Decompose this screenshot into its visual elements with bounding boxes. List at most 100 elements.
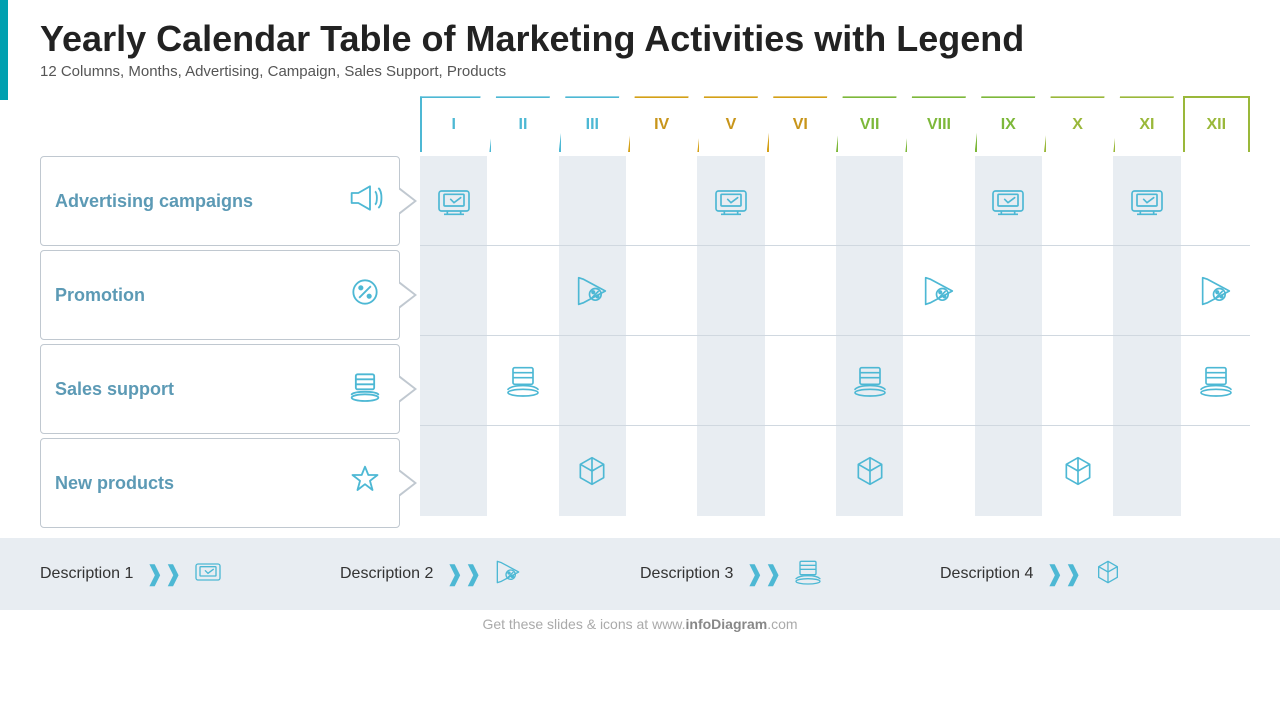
legend-arrow-3: ❱❱ <box>745 561 782 587</box>
cell-promo-10 <box>1044 246 1111 335</box>
cell-new-11 <box>1113 426 1180 516</box>
cell-promo-5 <box>697 246 764 335</box>
box-hand-icon <box>345 366 385 413</box>
legend-icon-3 <box>792 556 824 593</box>
page-title: Yearly Calendar Table of Marketing Activ… <box>40 18 1240 59</box>
legend-item-3: Description 3 ❱❱ <box>640 556 940 593</box>
cell-promo-4 <box>628 246 695 335</box>
month-IX: IX <box>975 96 1042 152</box>
cell-sales-2 <box>489 336 556 425</box>
row-label-sales: Sales support <box>40 344 400 434</box>
star-icon <box>345 460 385 507</box>
cell-promo-2 <box>489 246 556 335</box>
legend-icon-1 <box>192 556 224 593</box>
grid-row-advertising <box>420 156 1250 246</box>
month-VIII: VIII <box>905 96 972 152</box>
grid-row-newproducts <box>420 426 1250 516</box>
month-IV: IV <box>628 96 695 152</box>
megaphone-icon <box>345 178 385 225</box>
cell-adv-2 <box>489 156 556 245</box>
cell-sales-12 <box>1183 336 1250 425</box>
cell-adv-6 <box>767 156 834 245</box>
grid-row-promotion <box>420 246 1250 336</box>
legend: Description 1 ❱❱ Description 2 ❱❱ Descri… <box>0 538 1280 610</box>
month-III: III <box>559 96 626 152</box>
subtitle: 12 Columns, Months, Advertising, Campaig… <box>40 63 1240 80</box>
cell-adv-4 <box>628 156 695 245</box>
cell-sales-10 <box>1044 336 1111 425</box>
cell-adv-10 <box>1044 156 1111 245</box>
cell-adv-7 <box>836 156 903 245</box>
cell-promo-3 <box>559 246 626 335</box>
cell-adv-1 <box>420 156 487 245</box>
month-I: I <box>420 96 487 152</box>
month-headers: I II III IV V VI VII VIII <box>420 96 1250 152</box>
cell-new-7 <box>836 426 903 516</box>
cell-adv-12 <box>1183 156 1250 245</box>
grid-area: I II III IV V VI VII VIII <box>420 96 1250 532</box>
grid-rows <box>420 156 1250 516</box>
legend-icon-2 <box>492 556 524 593</box>
row-label-text-newproducts: New products <box>55 473 337 495</box>
cell-promo-7 <box>836 246 903 335</box>
month-V: V <box>697 96 764 152</box>
cell-new-6 <box>767 426 834 516</box>
cell-new-10 <box>1044 426 1111 516</box>
cell-new-9 <box>975 426 1042 516</box>
legend-label-3: Description 3 <box>640 565 733 583</box>
legend-icon-4 <box>1092 556 1124 593</box>
row-label-text-sales: Sales support <box>55 379 337 401</box>
legend-label-1: Description 1 <box>40 565 133 583</box>
cell-adv-11 <box>1113 156 1180 245</box>
cell-sales-6 <box>767 336 834 425</box>
left-accent <box>0 0 8 100</box>
legend-arrow-4: ❱❱ <box>1045 561 1082 587</box>
month-X: X <box>1044 96 1111 152</box>
month-XI: XI <box>1113 96 1180 152</box>
cell-promo-9 <box>975 246 1042 335</box>
row-label-promotion: Promotion <box>40 250 400 340</box>
row-label-text-advertising: Advertising campaigns <box>55 191 337 213</box>
month-VII: VII <box>836 96 903 152</box>
cell-promo-8 <box>905 246 972 335</box>
legend-item-2: Description 2 ❱❱ <box>340 556 640 593</box>
cell-promo-6 <box>767 246 834 335</box>
month-XII: XII <box>1183 96 1250 152</box>
cell-sales-4 <box>628 336 695 425</box>
cell-adv-5 <box>697 156 764 245</box>
cell-sales-3 <box>559 336 626 425</box>
header: Yearly Calendar Table of Marketing Activ… <box>0 0 1280 86</box>
cell-new-12 <box>1183 426 1250 516</box>
cell-new-5 <box>697 426 764 516</box>
row-label-newproducts: New products <box>40 438 400 528</box>
row-label-text-promotion: Promotion <box>55 285 337 307</box>
legend-arrow-1: ❱❱ <box>145 561 182 587</box>
footer: Get these slides & icons at www.infoDiag… <box>0 610 1280 634</box>
cell-adv-8 <box>905 156 972 245</box>
cell-sales-9 <box>975 336 1042 425</box>
cell-new-3 <box>559 426 626 516</box>
legend-item-4: Description 4 ❱❱ <box>940 556 1240 593</box>
grid-row-sales <box>420 336 1250 426</box>
cell-new-8 <box>905 426 972 516</box>
cell-sales-5 <box>697 336 764 425</box>
cell-sales-7 <box>836 336 903 425</box>
row-label-advertising: Advertising campaigns <box>40 156 400 246</box>
legend-label-2: Description 2 <box>340 565 433 583</box>
percent-tag-icon <box>345 272 385 319</box>
cell-new-2 <box>489 426 556 516</box>
cell-adv-3 <box>559 156 626 245</box>
cell-promo-12 <box>1183 246 1250 335</box>
cell-promo-11 <box>1113 246 1180 335</box>
legend-arrow-2: ❱❱ <box>445 561 482 587</box>
month-VI: VI <box>767 96 834 152</box>
cell-new-1 <box>420 426 487 516</box>
cell-sales-11 <box>1113 336 1180 425</box>
cell-adv-9 <box>975 156 1042 245</box>
legend-item-1: Description 1 ❱❱ <box>40 556 340 593</box>
cell-sales-1 <box>420 336 487 425</box>
main-content: Advertising campaigns Promotion <box>0 96 1280 532</box>
legend-label-4: Description 4 <box>940 565 1033 583</box>
cell-promo-1 <box>420 246 487 335</box>
cell-new-4 <box>628 426 695 516</box>
